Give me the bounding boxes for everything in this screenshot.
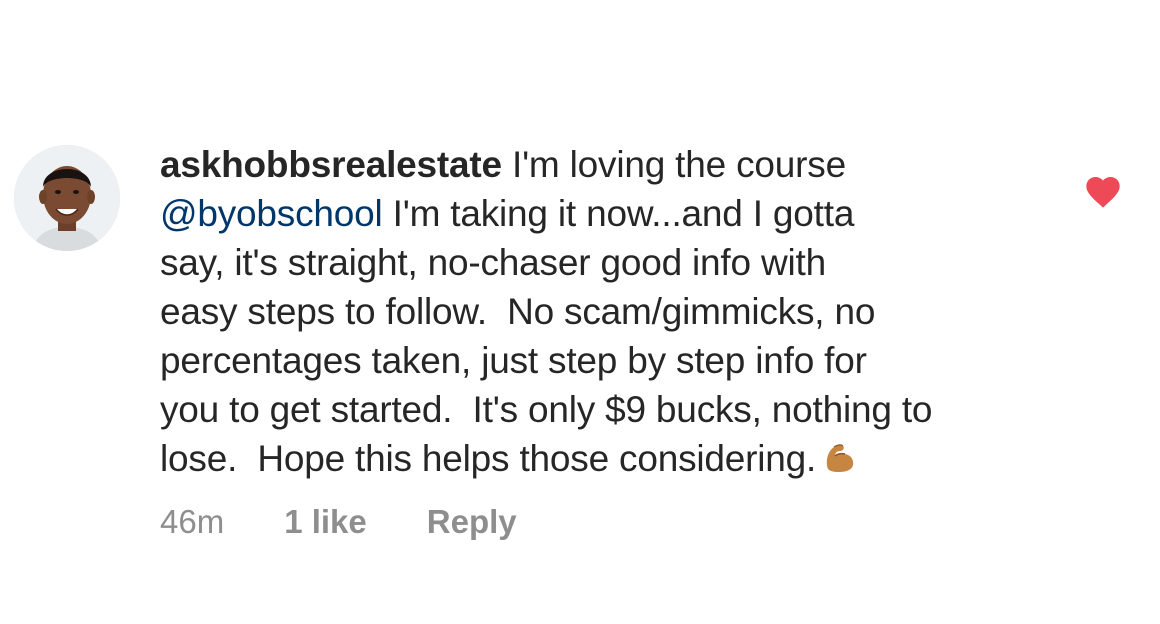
like-button[interactable] (1083, 172, 1123, 212)
avatar[interactable] (14, 145, 120, 251)
comment-timestamp: 46m (160, 503, 225, 540)
comment-text-segment: I'm taking it now...and I gotta (382, 193, 855, 234)
comment-text-segment: lose. Hope this helps those considering. (160, 438, 817, 479)
reply-button[interactable]: Reply (427, 503, 517, 540)
mention-link[interactable]: @byobschool (160, 193, 383, 234)
flexed-biceps-icon (822, 438, 858, 487)
comment-meta: 46m 1 like Reply (160, 500, 517, 544)
heart-icon (1086, 177, 1120, 208)
likes-count[interactable]: 1 like (284, 503, 367, 540)
comment-line: @byobschool I'm taking it now...and I go… (160, 189, 1060, 238)
comment-line: askhobbsrealestate I'm loving the course (160, 140, 1060, 189)
comment-line: percentages taken, just step by step inf… (160, 340, 867, 381)
comment-text-segment: I'm loving the course (501, 144, 846, 185)
comment-line-last: lose. Hope this helps those considering. (160, 434, 1060, 487)
username-link[interactable]: askhobbsrealestate (160, 144, 502, 185)
avatar-image (14, 145, 120, 251)
comment-text: askhobbsrealestate I'm loving the course… (160, 140, 1060, 487)
comment-line: easy steps to follow. No scam/gimmicks, … (160, 291, 876, 332)
comment-line: say, it's straight, no-chaser good info … (160, 242, 826, 283)
comment: askhobbsrealestate I'm loving the course… (0, 0, 1160, 624)
comment-line: you to get started. It's only $9 bucks, … (160, 389, 933, 430)
